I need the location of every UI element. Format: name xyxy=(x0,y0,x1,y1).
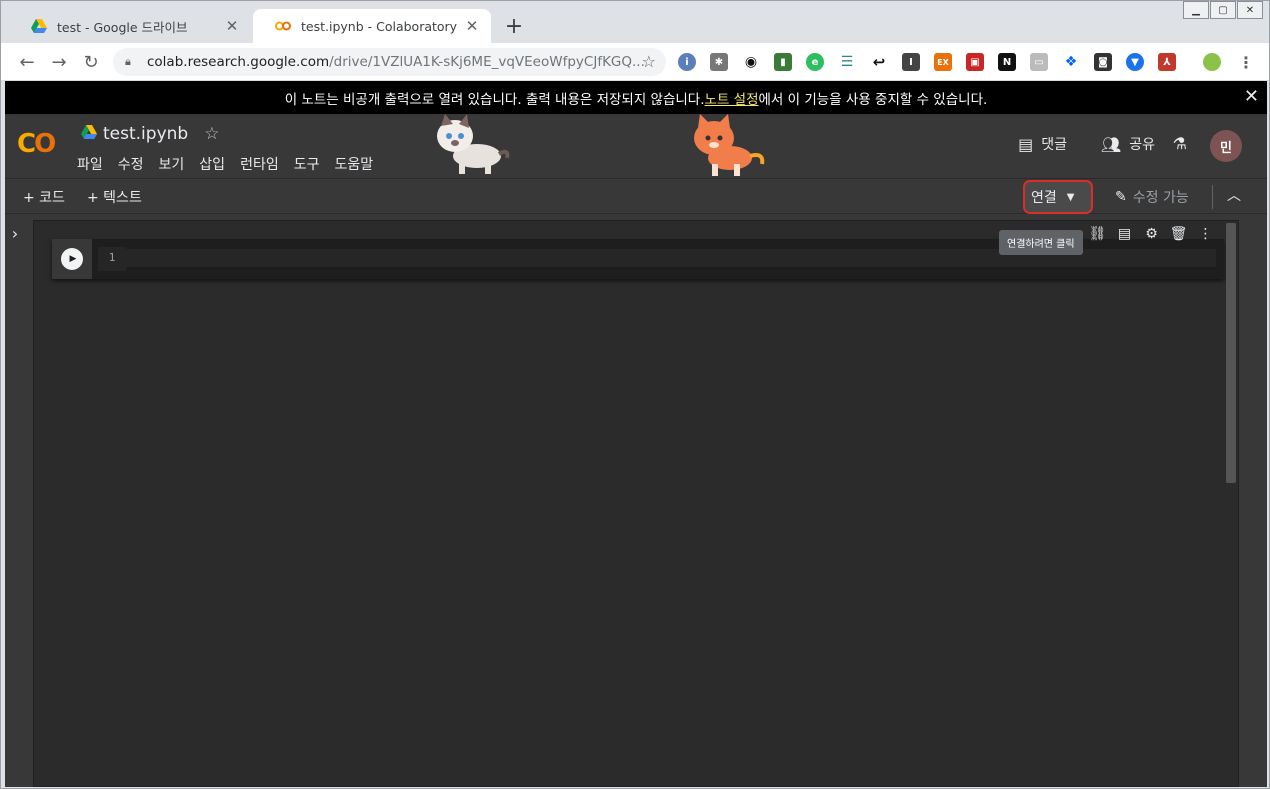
labs-button[interactable]: ⚗︎ xyxy=(1173,134,1195,153)
extension-icon[interactable]: ▣ xyxy=(966,53,984,71)
flask-icon: ⚗︎ xyxy=(1172,134,1187,153)
google-drive-icon xyxy=(31,18,47,34)
divider xyxy=(1212,185,1213,209)
banner-text-suffix: 에서 이 기능을 사용 중지할 수 있습니다. xyxy=(758,91,988,108)
browser-toolbar: ← → ↻ 🔒︎ colab.research.google.com/drive… xyxy=(1,43,1269,81)
link-icon[interactable]: ⛓︎ xyxy=(1084,226,1111,242)
colab-page: 이 노트는 비공개 출력으로 열려 있습니다. 출력 내용은 저장되지 않습니다… xyxy=(5,81,1267,787)
menu-help[interactable]: 도움말 xyxy=(334,154,373,174)
action-bar: + 코드 + 텍스트 연결 ▼ ✎ 수정 가능 ︿ xyxy=(5,178,1267,214)
notion-icon[interactable]: N xyxy=(998,53,1016,71)
extension-icon[interactable]: I xyxy=(902,53,920,71)
share-button[interactable]: 👥︎ 공유 xyxy=(1101,134,1155,154)
sidebar-toggle-icon[interactable]: › xyxy=(5,220,25,246)
minimize-button[interactable]: ▁ xyxy=(1183,1,1209,19)
add-text-button[interactable]: + 텍스트 xyxy=(87,187,142,207)
menu-insert[interactable]: 삽입 xyxy=(199,154,225,174)
tab-title: test.ipynb - Colaboratory xyxy=(301,18,458,34)
browser-window: test - Google 드라이브 ✕ test.ipynb - Colabo… xyxy=(0,0,1270,789)
new-tab-button[interactable]: + xyxy=(501,13,527,39)
evernote-icon[interactable]: e xyxy=(806,53,824,71)
add-code-button[interactable]: + 코드 xyxy=(23,187,65,207)
close-tab-icon[interactable]: ✕ xyxy=(223,17,241,35)
camera-icon[interactable]: ◙ xyxy=(1094,53,1112,71)
lock-icon: 🔒︎ xyxy=(125,55,131,68)
close-window-button[interactable]: ✕ xyxy=(1237,1,1263,19)
menu-runtime[interactable]: 런타임 xyxy=(240,154,279,174)
line-number: 1 xyxy=(98,247,126,271)
close-banner-icon[interactable]: ✕ xyxy=(1244,86,1259,107)
reload-icon[interactable]: ↻ xyxy=(79,50,103,74)
bookmark-star-icon[interactable]: ☆ xyxy=(642,52,656,71)
forward-icon[interactable]: → xyxy=(47,50,71,74)
avatar[interactable]: 민 xyxy=(1210,130,1242,162)
colab-header: CO test.ipynb ☆ 파일 수정 보기 삽입 런타임 도구 도움말 ▤… xyxy=(5,114,1267,178)
google-drive-icon xyxy=(81,124,97,144)
menu-tools[interactable]: 도구 xyxy=(294,154,320,174)
comment-icon: ▤ xyxy=(1018,134,1034,154)
extension-icon[interactable]: ▭ xyxy=(1030,53,1048,71)
window-controls: ▁ ▢ ✕ xyxy=(1182,1,1263,19)
url-path: /drive/1VZlUA1K-sKj6ME_vqVEeoWfpyCJfKGQ.… xyxy=(329,54,645,70)
menu-edit[interactable]: 수정 xyxy=(118,154,144,174)
extension-gear-icon[interactable]: ✱ xyxy=(710,53,728,71)
profile-icon[interactable] xyxy=(1203,53,1221,71)
tab-google-drive[interactable]: test - Google 드라이브 ✕ xyxy=(9,9,251,43)
notebook-area: ▶ 1 ⛓︎ ▤ ⚙︎ 🗑︎ ⋮ xyxy=(33,220,1239,787)
maximize-button[interactable]: ▢ xyxy=(1210,1,1236,19)
extension-reply-icon[interactable]: ↩ xyxy=(870,53,888,71)
notebook-title[interactable]: test.ipynb xyxy=(103,124,188,144)
edit-mode-indicator[interactable]: ✎ 수정 가능 xyxy=(1115,187,1189,207)
dropdown-arrow-icon[interactable]: ▼ xyxy=(1067,192,1075,203)
notebook-title-row: test.ipynb ☆ xyxy=(81,124,219,144)
comment-icon[interactable]: ▤ xyxy=(1111,226,1138,242)
extension-icon[interactable]: i xyxy=(678,53,696,71)
address-bar[interactable]: 🔒︎ colab.research.google.com/drive/1VZlU… xyxy=(113,48,666,76)
banner-text: 이 노트는 비공개 출력으로 열려 있습니다. 출력 내용은 저장되지 않습니다… xyxy=(284,91,705,108)
more-options-icon[interactable]: ⋮ xyxy=(1192,226,1219,242)
delete-icon[interactable]: 🗑︎ xyxy=(1165,226,1192,242)
private-output-banner: 이 노트는 비공개 출력으로 열려 있습니다. 출력 내용은 저장되지 않습니다… xyxy=(5,81,1267,114)
browser-menu-icon[interactable]: ⋮ xyxy=(1237,53,1255,72)
colab-logo[interactable]: CO xyxy=(17,129,56,159)
comment-label: 댓글 xyxy=(1041,137,1067,153)
notebook-settings-link[interactable]: 노트 설정 xyxy=(705,88,759,108)
cell-toolbar: ⛓︎ ▤ ⚙︎ 🗑︎ ⋮ xyxy=(1084,226,1219,242)
connect-button[interactable]: 연결 ▼ xyxy=(1023,180,1093,214)
comment-button[interactable]: ▤ 댓글 xyxy=(1018,134,1067,154)
extension-list-icon[interactable]: ☰ xyxy=(838,53,856,71)
tab-colab[interactable]: test.ipynb - Colaboratory ✕ xyxy=(253,9,491,43)
menu-file[interactable]: 파일 xyxy=(77,154,103,174)
extension-eye-icon[interactable]: ◉ xyxy=(742,53,760,71)
url-domain: colab.research.google.com xyxy=(147,54,330,70)
cat-decoration-orange xyxy=(694,114,765,176)
share-label: 공유 xyxy=(1129,137,1155,153)
dropbox-icon[interactable]: ❖ xyxy=(1062,53,1080,71)
colab-icon xyxy=(275,18,291,34)
back-icon[interactable]: ← xyxy=(15,50,39,74)
star-icon[interactable]: ☆ xyxy=(204,124,219,144)
extension-icon[interactable]: EX xyxy=(934,53,952,71)
people-icon: 👥︎ xyxy=(1100,134,1122,154)
menu-view[interactable]: 보기 xyxy=(159,154,185,174)
pdf-icon[interactable]: ⅄ xyxy=(1158,53,1176,71)
extension-icon[interactable]: ▮ xyxy=(774,53,792,71)
extension-icon[interactable]: ▼ xyxy=(1126,53,1144,71)
close-tab-icon[interactable]: ✕ xyxy=(463,17,481,35)
pencil-icon: ✎ xyxy=(1115,189,1127,205)
tab-strip: test - Google 드라이브 ✕ test.ipynb - Colabo… xyxy=(1,1,1269,43)
connect-label: 연결 xyxy=(1031,190,1057,206)
notebook-content: › ▶ 1 ⛓︎ ▤ ⚙︎ 🗑︎ ⋮ xyxy=(5,214,1267,787)
tab-title: test - Google 드라이브 xyxy=(57,19,188,35)
play-icon: ▶ xyxy=(61,248,83,270)
cat-decoration-white xyxy=(437,114,510,174)
edit-label: 수정 가능 xyxy=(1132,190,1189,206)
connect-tooltip: 연결하려면 클릭 xyxy=(999,230,1083,255)
collapse-header-icon[interactable]: ︿ xyxy=(1227,185,1241,205)
menu-bar: 파일 수정 보기 삽입 런타임 도구 도움말 xyxy=(77,154,388,174)
settings-gear-icon[interactable]: ⚙︎ xyxy=(1138,226,1165,242)
scrollbar[interactable] xyxy=(1226,223,1236,483)
run-cell-button[interactable]: ▶ xyxy=(52,239,92,279)
